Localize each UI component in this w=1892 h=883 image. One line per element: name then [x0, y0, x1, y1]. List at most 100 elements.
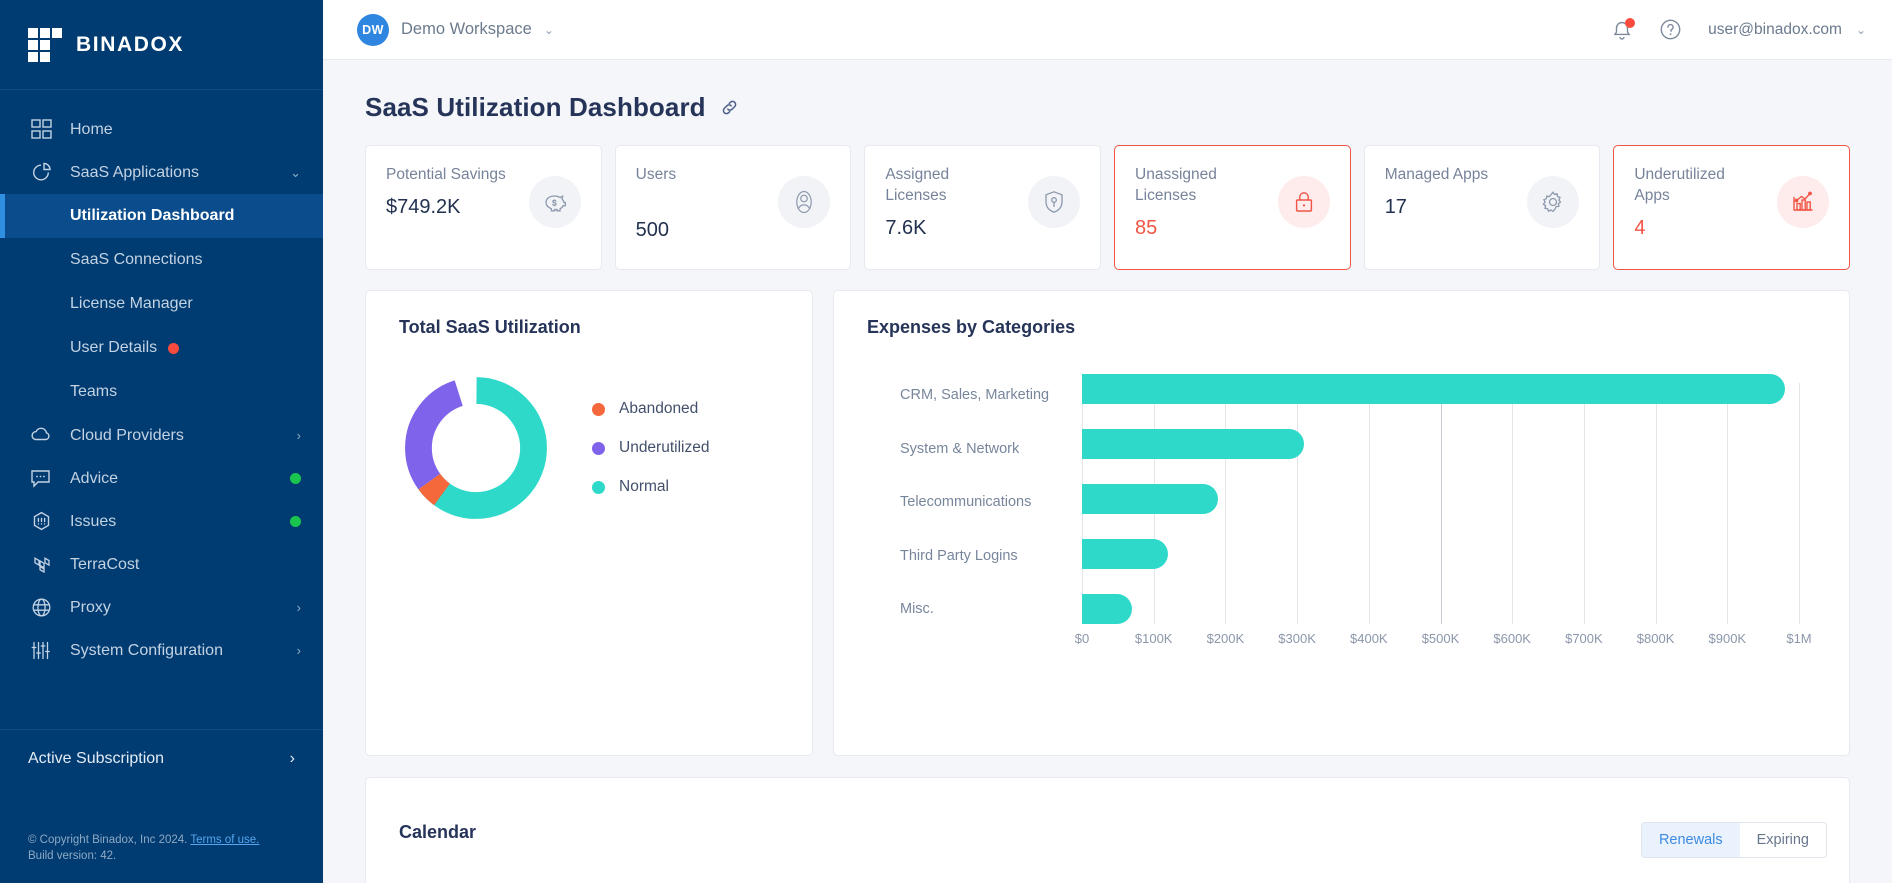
sidebar-item-user-details[interactable]: User Details	[0, 326, 323, 370]
sidebar-item-terracost[interactable]: TerraCost	[0, 543, 323, 586]
kpi-label: Assigned Licenses	[885, 166, 950, 205]
chat-icon	[28, 468, 54, 490]
kpi-value: 7.6K	[885, 217, 927, 240]
kpi-cards: Potential Savings $749.2K Users 500 Assi…	[365, 145, 1851, 270]
kpi-label: Unassigned Licenses	[1135, 166, 1217, 205]
sidebar-item-saas-connections[interactable]: SaaS Connections	[0, 238, 323, 282]
notifications-button[interactable]	[1611, 17, 1636, 41]
kpi-value: 500	[635, 219, 670, 242]
xtick-label: $500K	[1421, 631, 1460, 646]
chevron-down-icon: ⌄	[290, 164, 301, 180]
bar-row[interactable]	[1082, 594, 1133, 624]
bar-label: Telecommunications	[900, 494, 1032, 510]
tab-renewals[interactable]: Renewals	[1641, 823, 1740, 857]
gridline	[1297, 383, 1299, 624]
calendar-title: Calendar	[399, 822, 477, 842]
sidebar-item-proxy[interactable]: Proxy ›	[0, 586, 323, 629]
xtick-label: $200K	[1206, 631, 1245, 646]
bar[interactable]	[1082, 484, 1219, 514]
bar-label: CRM, Sales, Marketing	[900, 387, 1050, 403]
page-title: SaaS Utilization Dashboard	[365, 92, 706, 122]
legend-item[interactable]: Abandoned	[592, 400, 709, 418]
bar-chart-body: CRM, Sales, Marketing System & Network T…	[867, 374, 1849, 624]
kpi-card-assigned-licenses[interactable]: Assigned Licenses 7.6K	[864, 145, 1102, 270]
sidebar-item-teams[interactable]: Teams	[0, 370, 323, 414]
kpi-value: $749.2K	[386, 196, 461, 219]
kpi-card-managed-apps[interactable]: Managed Apps 17	[1363, 145, 1601, 270]
sidebar-subitem-label: User Details	[70, 339, 158, 356]
sidebar-item-license-manager[interactable]: License Manager	[0, 282, 323, 326]
legend-label: Normal	[619, 478, 669, 495]
kpi-card-underutilized-apps[interactable]: Underutilized Apps 4	[1613, 145, 1851, 270]
legend-item[interactable]: Underutilized	[592, 439, 709, 457]
kpi-text: Unassigned Licenses 85	[1135, 164, 1260, 269]
user-email-label: user@binadox.com	[1708, 20, 1842, 38]
donut-chart[interactable]	[400, 372, 552, 524]
bar-row[interactable]	[1082, 429, 1305, 459]
tab-expiring[interactable]: Expiring	[1739, 823, 1826, 857]
brand-name: BINADOX	[76, 32, 185, 56]
user-menu[interactable]: user@binadox.com ⌄	[1708, 21, 1866, 39]
link-icon[interactable]	[720, 98, 739, 117]
panel-calendar: Calendar Renewals Expiring	[365, 777, 1850, 883]
xtick-label: $600K	[1493, 631, 1531, 646]
panel-title: Total SaaS Utilization	[399, 317, 581, 337]
grid-icon	[28, 119, 54, 141]
sidebar-subitem-label: Utilization Dashboard	[70, 207, 235, 224]
sidebar-nav: Home SaaS Applications ⌄ Utilization Das…	[0, 90, 323, 715]
sidebar-item-advice[interactable]: Advice	[0, 457, 323, 500]
notification-badge	[1625, 17, 1636, 28]
app-root: BINADOX Home SaaS Applications ⌄ Utiliza…	[0, 0, 1892, 883]
bar[interactable]	[1082, 429, 1305, 459]
notification-dot	[168, 342, 180, 354]
bar-plot[interactable]	[1082, 374, 1800, 624]
chart-trend-icon	[1777, 176, 1830, 228]
terraform-icon	[28, 554, 54, 576]
legend-item[interactable]: Normal	[592, 478, 709, 496]
workspace-selector[interactable]: DW Demo Workspace ⌄	[357, 13, 554, 46]
active-subscription-item[interactable]: Active Subscription ›	[0, 730, 323, 788]
lock-icon	[1277, 176, 1330, 228]
user-icon	[778, 176, 831, 228]
binadox-logo-icon	[28, 27, 62, 62]
sidebar-item-issues[interactable]: Issues	[0, 500, 323, 543]
bar-row[interactable]	[1082, 484, 1219, 514]
bar[interactable]	[1082, 594, 1133, 624]
sidebar-item-cloud-providers[interactable]: Cloud Providers ›	[0, 414, 323, 457]
sidebar-subitem-label: Teams	[70, 383, 118, 400]
gridline	[1799, 383, 1800, 624]
gridline	[1368, 383, 1370, 624]
sidebar-subitem-label: SaaS Connections	[70, 251, 203, 268]
alert-hex-icon	[28, 511, 54, 533]
terms-of-use-link[interactable]: Terms of use.	[190, 834, 259, 846]
gridline	[1225, 383, 1227, 624]
kpi-value: 17	[1384, 196, 1407, 219]
donut-chart-area: Abandoned Underutilized Normal	[366, 338, 812, 524]
bar[interactable]	[1082, 539, 1169, 569]
active-subscription-label: Active Subscription	[28, 750, 165, 768]
chevron-down-icon: ⌄	[1855, 22, 1866, 37]
piggy-bank-icon	[528, 176, 581, 228]
help-button[interactable]	[1659, 18, 1682, 41]
kpi-card-potential-savings[interactable]: Potential Savings $749.2K	[365, 145, 602, 270]
kpi-card-unassigned-licenses[interactable]: Unassigned Licenses 85	[1114, 145, 1351, 270]
xtick-label: $100K	[1134, 631, 1173, 646]
sidebar-item-label: Proxy	[70, 598, 111, 616]
bar-row[interactable]	[1082, 374, 1785, 404]
bar[interactable]	[1082, 374, 1785, 404]
pie-chart-icon	[28, 162, 54, 184]
bar-row[interactable]	[1082, 539, 1169, 569]
brand-logo[interactable]: BINADOX	[0, 0, 323, 90]
workspace-avatar: DW	[357, 13, 389, 46]
kpi-card-users[interactable]: Users 500	[614, 145, 852, 270]
panel-total-saas-utilization: Total SaaS Utilization Abandoned Underut…	[365, 290, 813, 756]
sidebar-item-system-configuration[interactable]: System Configuration ›	[0, 629, 323, 672]
legend-label: Underutilized	[619, 439, 710, 456]
page-header: SaaS Utilization Dashboard	[365, 60, 1850, 145]
bar-label: Misc.	[900, 601, 934, 617]
sidebar-item-saas-applications[interactable]: SaaS Applications ⌄	[0, 151, 323, 194]
status-dot	[290, 516, 301, 527]
status-dot	[290, 473, 301, 484]
sidebar-item-utilization-dashboard[interactable]: Utilization Dashboard	[0, 194, 323, 238]
sidebar-item-home[interactable]: Home	[0, 108, 323, 151]
